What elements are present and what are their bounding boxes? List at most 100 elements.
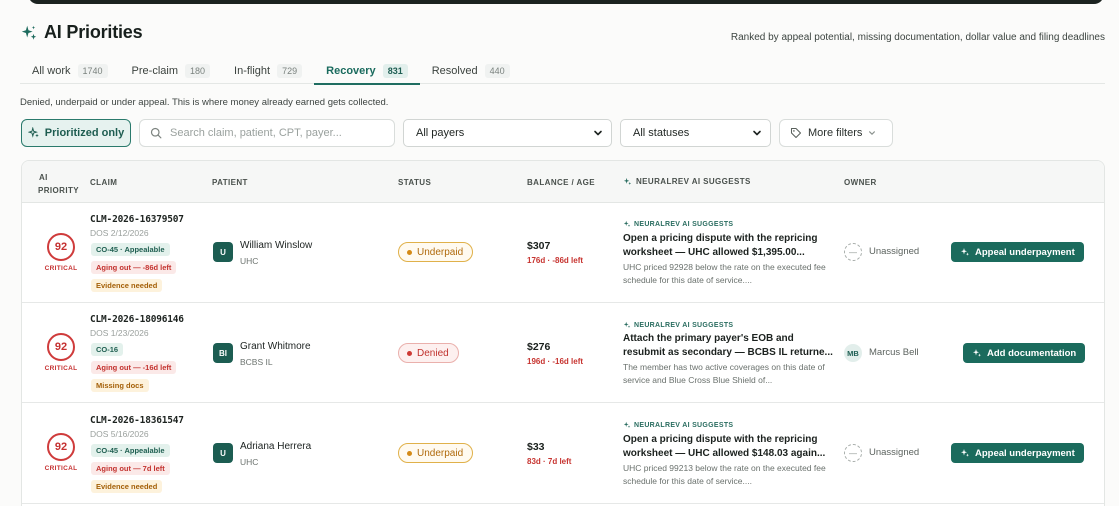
sparkle-icon [973,349,981,357]
more-filters-label: More filters [808,127,863,139]
table-header: AI PRIORITY CLAIM PATIENT STATUS BALANCE … [22,161,1104,203]
claim-id-link[interactable]: CLM-2026-16379507 [90,214,184,225]
action-label: Appeal underpayment [975,246,1075,258]
aging-tag: Aging out — -16d left [91,361,177,374]
page-header: AI Priorities Ranked by appeal potential… [20,22,1105,46]
tab-count: 729 [277,64,303,78]
statuses-select[interactable]: All statuses [620,119,771,147]
header-text: NEURALREV AI SUGGESTS [636,177,751,186]
payer-avatar: U [213,242,233,262]
patient-name[interactable]: Grant Whitmore [240,341,311,352]
claim-id-link[interactable]: CLM-2026-18361547 [90,415,184,426]
sparkle-icon [623,177,632,185]
tab-recovery[interactable]: Recovery 831 [314,58,420,85]
action-label: Appeal underpayment [975,447,1075,459]
payers-select[interactable]: All payers [403,119,612,147]
ai-suggest-label: NEURALREV AI SUGGESTS [623,421,733,429]
status-text: Underpaid [417,447,464,459]
status-dot [407,249,412,255]
header-text: AI [39,173,48,182]
claim-id-link[interactable]: CLM-2026-18096146 [90,314,184,325]
ai-suggest-label: NEURALREV AI SUGGESTS [623,321,733,329]
ai-suggest-title: Open a pricing dispute with the repricin… [623,434,826,459]
more-filters-button[interactable]: More filters [779,119,893,147]
priority-score: 92 [47,433,75,461]
priority-level: CRITICAL [44,265,78,272]
search-icon [150,127,162,139]
search-input[interactable] [170,127,390,139]
chevron-down-icon [753,130,761,136]
payer-avatar: U [213,443,233,463]
appeal-underpayment-button[interactable]: Appeal underpayment [951,443,1084,463]
balance-amount: $307 [527,240,551,252]
prioritized-only-toggle[interactable]: Prioritized only [21,119,131,147]
patient-name[interactable]: Adriana Herrera [240,441,311,452]
col-header-balance-age[interactable]: BALANCE / AGE [527,178,595,187]
sparkle-icon [21,25,37,40]
aging-tag: Aging out — 7d left [91,462,170,475]
tab-resolved[interactable]: Resolved 440 [420,58,522,84]
date-of-service: DOS 2/12/2026 [90,228,149,238]
missing-docs-tag: Missing docs [91,379,149,392]
date-of-service: DOS 1/23/2026 [90,328,149,338]
priority-level: CRITICAL [44,465,78,472]
tab-description: Denied, underpaid or under appeal. This … [20,97,389,108]
page-subtitle: Ranked by appeal potential, missing docu… [730,32,1105,43]
status-text: Underpaid [417,246,464,258]
owner-name[interactable]: Unassigned [869,447,919,458]
appeal-underpayment-button[interactable]: Appeal underpayment [951,242,1084,262]
ai-suggest-label: NEURALREV AI SUGGESTS [623,220,733,228]
page-title: AI Priorities [44,22,143,42]
col-header-owner[interactable]: OWNER [844,178,877,187]
balance-amount: $33 [527,441,545,453]
table-row[interactable]: 92 CRITICAL CLM-2026-18096146 DOS 1/23/2… [22,303,1104,403]
ai-suggest-label-text: NEURALREV AI SUGGESTS [634,220,734,228]
tab-pre-claim[interactable]: Pre-claim 180 [120,58,222,84]
payer-avatar: BI [213,343,233,363]
balance-age: 196d · -16d left [527,357,584,366]
chevron-down-icon [594,130,602,136]
aging-tag: Aging out — -86d left [91,261,177,274]
search-box[interactable] [139,119,395,147]
table-row[interactable]: 92 CRITICAL CLM-2026-18361547 DOS 5/16/2… [22,404,1104,504]
tab-in-flight[interactable]: In-flight 729 [222,58,314,84]
add-documentation-button[interactable]: Add documentation [963,343,1086,363]
prioritized-only-label: Prioritized only [44,127,125,139]
balance-amount: $276 [527,341,551,353]
ai-suggest-label-text: NEURALREV AI SUGGESTS [634,421,734,429]
tag-icon [790,127,802,139]
col-header-status[interactable]: STATUS [398,178,431,187]
status-dot [407,350,412,356]
claims-table: AI PRIORITY CLAIM PATIENT STATUS BALANCE … [21,160,1105,506]
col-header-ai-priority[interactable]: AI PRIORITY [38,171,79,197]
header-text: PRIORITY [38,186,79,195]
date-of-service: DOS 5/16/2026 [90,429,149,439]
sparkle-icon [623,220,631,227]
status-badge: Underpaid [398,242,474,262]
chevron-down-icon [869,131,876,135]
sparkle-icon [961,449,969,457]
unassigned-owner-icon: — [844,444,862,462]
patient-name[interactable]: William Winslow [240,240,312,251]
col-header-patient[interactable]: PATIENT [212,178,248,187]
tab-label: In-flight [234,65,271,77]
denial-code-tag: CO-16 [91,343,124,356]
tab-all-work[interactable]: All work 1740 [20,58,120,84]
owner-name[interactable]: Marcus Bell [869,347,919,358]
col-header-claim[interactable]: CLAIM [90,178,117,187]
statuses-select-value: All statuses [633,127,690,139]
tab-label: All work [32,65,71,77]
priority-score: 92 [47,333,75,361]
payer-name: UHC [240,256,259,266]
sparkle-icon [623,321,631,328]
unassigned-owner-icon: — [844,243,862,261]
owner-name[interactable]: Unassigned [869,246,919,257]
col-header-ai-suggests[interactable]: NEURALREV AI SUGGESTS [623,177,751,186]
tab-bar: All work 1740 Pre-claim 180 In-flight 729 R… [20,58,1105,85]
tab-count: 831 [382,64,408,78]
balance-age: 176d · -86d left [527,256,584,265]
tab-label: Resolved [431,65,478,77]
ai-suggest-detail: UHC priced 99213 below the rate on the e… [623,463,826,486]
action-label: Add documentation [987,347,1077,359]
table-row[interactable]: 92 CRITICAL CLM-2026-16379507 DOS 2/12/2… [22,203,1104,303]
